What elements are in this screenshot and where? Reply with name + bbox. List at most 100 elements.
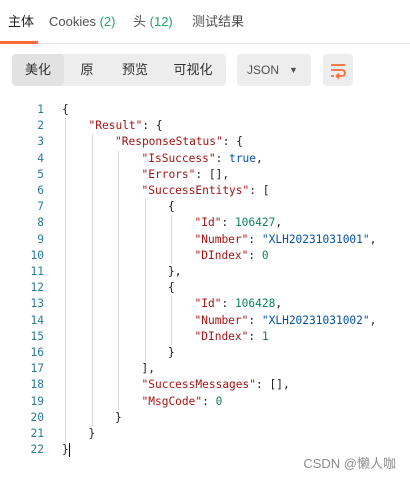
json-number: 0 (261, 248, 269, 262)
code-text: { (168, 280, 175, 296)
indent-guide (91, 296, 93, 313)
wrap-lines-button[interactable] (323, 54, 353, 86)
indent-guide (171, 231, 172, 248)
json-punct: { (168, 281, 175, 295)
indent-guide (91, 231, 93, 248)
code-text: } (168, 345, 175, 361)
view-preview-button[interactable]: 预览 (110, 54, 160, 86)
line-number: 21 (30, 427, 44, 440)
indent-guide (118, 199, 119, 216)
code-line: 12 { (0, 280, 410, 297)
line-number: 7 (37, 200, 44, 214)
view-visualize-button[interactable]: 可视化 (162, 54, 224, 86)
indent-guide (91, 199, 93, 216)
indent-guide (65, 345, 66, 362)
line-number: 11 (30, 265, 44, 278)
indent-guide (171, 215, 172, 232)
code-line: 5 "Errors": [], (0, 166, 410, 183)
line-number: 18 (30, 378, 44, 392)
json-punct: ], (141, 362, 155, 376)
json-punct: : (221, 216, 235, 230)
json-number: 0 (215, 394, 223, 408)
indent-guide (91, 328, 93, 345)
view-raw-button[interactable]: 原 (66, 54, 108, 86)
chevron-down-icon: ▼ (289, 65, 298, 75)
tab-body[interactable]: 主体 (8, 0, 34, 44)
json-key: "Errors" (141, 167, 196, 181)
json-punct: : (215, 151, 230, 165)
indent-guide (118, 361, 119, 378)
indent-guide (118, 264, 119, 281)
view-mode-group: 美化 原 预览 可视化 (12, 54, 226, 86)
wrap-lines-icon (331, 64, 346, 80)
response-body-editor[interactable]: 1{2 "Result": {3 "ResponseStatus": {4 "IsSu… (0, 94, 410, 458)
json-key: "DIndex" (194, 248, 249, 262)
format-select[interactable]: JSON ▼ (237, 54, 311, 86)
json-key: "Number" (194, 232, 249, 246)
code-line: 15 "DIndex": 1 (0, 328, 410, 345)
json-key: "Id" (194, 216, 222, 230)
indent-guide (65, 426, 66, 443)
indent-guide (91, 409, 93, 426)
code-text: }, (168, 264, 181, 280)
code-text: "Errors": [], (142, 167, 230, 183)
indent-guide (91, 183, 93, 200)
json-punct: : [ (249, 184, 270, 197)
code-line: 6 "SuccessEntitys": [ (0, 183, 410, 200)
json-key: "Number" (194, 313, 249, 327)
json-key: "MsgCode" (141, 394, 203, 408)
line-number: 22 (30, 443, 44, 457)
indent-guide (144, 215, 146, 232)
line-number: 20 (30, 410, 44, 424)
code-line: 4 "IsSuccess": true, (0, 150, 410, 167)
code-text: } (115, 410, 122, 426)
tab-cookies[interactable]: Cookies (2) (49, 0, 115, 44)
code-text: "Number": "XLH20231031002", (195, 313, 377, 329)
code-text: "Result": { (89, 118, 163, 134)
code-line: 13 "Id": 106428, (0, 296, 410, 313)
code-line: 9 "Number": "XLH20231031001", (0, 231, 410, 248)
indent-guide (118, 183, 119, 200)
code-line: 14 "Number": "XLH20231031002", (0, 312, 410, 329)
tab-headers[interactable]: 头 (12) (133, 0, 173, 44)
view-pretty-button[interactable]: 美化 (12, 54, 64, 86)
json-punct: } (62, 443, 69, 457)
indent-guide (91, 264, 93, 281)
tab-headers-count: (12) (149, 14, 173, 29)
code-text: ], (142, 361, 155, 377)
indent-guide (91, 361, 93, 378)
tab-test-results[interactable]: 测试结果 (192, 0, 244, 44)
indent-guide (65, 393, 66, 410)
indent-guide (118, 215, 119, 232)
json-key: "SuccessEntitys" (141, 184, 250, 197)
indent-guide (65, 296, 66, 313)
indent-guide (65, 264, 66, 281)
code-line: 20} (0, 409, 410, 426)
line-number: 9 (37, 232, 44, 246)
indent-guide (118, 247, 119, 264)
indent-guide (65, 312, 66, 329)
json-punct: , (275, 216, 283, 230)
line-number: 17 (30, 362, 44, 376)
indent-guide (171, 312, 172, 329)
indent-guide (118, 345, 119, 362)
line-number: 10 (30, 248, 44, 262)
indent-guide (118, 280, 119, 297)
indent-guide (65, 215, 66, 232)
code-line: 3 "ResponseStatus": { (0, 134, 410, 151)
indent-guide (118, 377, 119, 394)
code-text: "DIndex": 1 (195, 329, 269, 345)
json-punct: : (248, 329, 262, 343)
indent-guide (91, 247, 93, 264)
line-number: 6 (37, 184, 44, 197)
indent-guide (144, 264, 146, 281)
indent-guide (91, 312, 93, 329)
code-text: "MsgCode": 0 (142, 394, 223, 410)
json-key: "IsSuccess" (141, 151, 216, 165)
json-punct: : (248, 313, 262, 327)
indent-guide (91, 134, 93, 151)
indent-guide (65, 409, 66, 426)
line-number: 1 (37, 103, 44, 116)
json-punct: : (248, 248, 262, 262)
watermark: CSDN @懒人咖 (303, 456, 396, 471)
